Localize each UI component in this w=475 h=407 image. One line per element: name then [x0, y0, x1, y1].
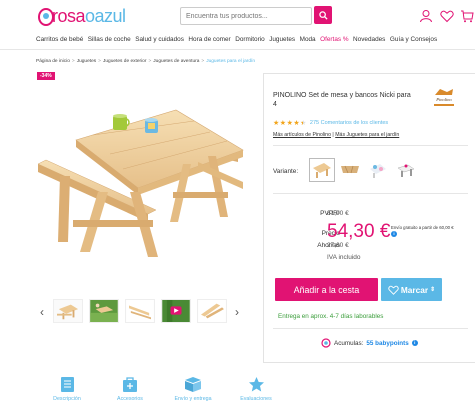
search-icon	[318, 10, 328, 20]
variant-option[interactable]	[309, 158, 335, 182]
divider	[273, 193, 468, 194]
breadcrumb-item[interactable]: Juguetes	[77, 59, 96, 64]
product-image[interactable]	[38, 92, 248, 272]
nav-item-carritos[interactable]: Carritos de bebé	[36, 36, 83, 43]
next-arrow-icon[interactable]: ›	[235, 305, 239, 319]
variant-option[interactable]	[393, 158, 419, 182]
add-to-cart-button[interactable]: Añadir a la cesta	[275, 278, 378, 301]
nav-item-comer[interactable]: Hora de comer	[188, 36, 230, 43]
info-icon[interactable]: i	[411, 340, 418, 346]
divider	[273, 328, 468, 329]
info-icon[interactable]: i	[391, 231, 397, 237]
star-icon: ★	[286, 120, 293, 127]
nav-item-novedades[interactable]: Novedades	[353, 36, 385, 43]
breadcrumb-item[interactable]: Juguetes de aventura	[153, 59, 199, 64]
tab-label: Envío y entrega	[174, 396, 212, 402]
tab-envio[interactable]: Envío y entrega	[163, 376, 223, 402]
more-links-separator: |	[332, 132, 334, 138]
more-category-link[interactable]: Más Juguetes para el jardín	[335, 132, 399, 138]
logo[interactable]: rosaoazul	[38, 6, 126, 27]
search-button[interactable]	[314, 6, 332, 24]
discount-badge: -34%	[37, 72, 55, 80]
nav-item-sillas[interactable]: Sillas de coche	[88, 36, 131, 43]
nav-item-juguetes[interactable]: Juguetes	[269, 36, 295, 43]
document-icon	[60, 377, 74, 392]
points-value[interactable]: 55 babypoints	[366, 340, 408, 347]
heart-icon[interactable]	[440, 9, 454, 23]
breadcrumb-separator-icon: >	[148, 59, 152, 64]
tab-evaluaciones[interactable]: Evaluaciones	[226, 376, 286, 402]
shipping-note: Envío gratuito a partir de 60,00 €	[391, 225, 454, 230]
breadcrumb: Página de inicio > Juguetes > Juguetes de ex…	[36, 59, 255, 64]
logo-text: rosaoazul	[52, 6, 126, 26]
thumbnail[interactable]	[197, 299, 227, 323]
half-star-icon: ★	[300, 120, 307, 127]
nav-item-dormitorio[interactable]: Dormitorio	[235, 36, 264, 43]
tab-accesorios[interactable]: Accesorios	[100, 376, 160, 402]
variant-option[interactable]	[337, 158, 363, 182]
video-thumbnail[interactable]	[161, 299, 191, 323]
rating-stars[interactable]: ★ ★ ★ ★ ★ 275 Comentarios de los clientes	[273, 119, 388, 127]
breadcrumb-separator-icon: >	[71, 59, 75, 64]
nav-item-moda[interactable]: Moda	[300, 36, 316, 43]
nav-item-salud[interactable]: Salud y cuidados	[135, 36, 184, 43]
babypoints-icon	[321, 338, 331, 348]
tab-label: Accesorios	[117, 396, 143, 402]
breadcrumb-separator-icon: >	[98, 59, 101, 64]
tab-label: Descripción	[53, 396, 81, 402]
star-icon: ★	[279, 120, 287, 127]
vat-note: IVA incluido	[327, 254, 361, 261]
tab-descripcion[interactable]: Descripción	[37, 376, 97, 402]
bottom-tabs: Descripción Accesorios Envío y entrega E…	[0, 370, 475, 407]
nav-item-ofertas[interactable]: Ofertas %	[320, 36, 348, 43]
thumbnail[interactable]	[125, 299, 155, 323]
variant-bench-icon	[341, 165, 359, 174]
nav-item-guia[interactable]: Guía y Consejos	[390, 36, 437, 43]
star-icon: ★	[273, 120, 280, 127]
variant-table-icon	[313, 163, 331, 178]
breadcrumb-separator-icon: >	[201, 59, 205, 64]
header: rosaoazul	[0, 0, 475, 34]
logo-mark-icon	[38, 7, 54, 26]
thumbnail[interactable]	[53, 299, 83, 323]
product-title: PINOLINO Set de mesa y bancos Nicki para…	[273, 92, 411, 108]
boxes-icon	[185, 377, 201, 392]
user-icon[interactable]	[419, 9, 433, 23]
variant-option[interactable]	[365, 158, 391, 182]
tab-label: Evaluaciones	[240, 396, 272, 402]
reviews-link[interactable]: 275 Comentarios de los clientes	[310, 120, 388, 126]
divider	[273, 145, 468, 146]
thumbnail[interactable]	[89, 299, 119, 323]
product-panel: PINOLINO Set de mesa y bancos Nicki para…	[263, 73, 475, 363]
bag-plus-icon	[123, 377, 137, 392]
breadcrumb-item[interactable]: Juguetes de exterior	[103, 59, 146, 64]
breadcrumb-item[interactable]: Página de inicio	[36, 59, 70, 64]
search-input[interactable]	[180, 7, 312, 25]
chevron-updown-icon: ⇕	[430, 287, 436, 293]
bookmark-button[interactable]: Marcar ⇕	[381, 278, 442, 301]
points-label: Acumulas:	[334, 339, 364, 347]
more-brand-link[interactable]: Más artículos de Pinolino	[273, 132, 331, 138]
delivery-estimate: Entrega en aprox. 4-7 días laborables	[278, 313, 384, 320]
savings-value: 27,60 €	[327, 242, 349, 249]
brand-logo[interactable]: Pinolino	[431, 86, 457, 112]
babypoints: Acumulas: 55 babypoints i	[321, 338, 418, 348]
heart-outline-icon	[388, 285, 399, 295]
main-nav: Carritos de bebé Sillas de coche Salud y…	[36, 36, 437, 43]
thumbnail-strip: ‹ ›	[38, 297, 248, 327]
variant-label: Variante:	[273, 168, 299, 175]
price-value: 54,30 €	[327, 221, 391, 242]
more-links: Más artículos de Pinolino | Más Juguetes…	[273, 132, 399, 138]
prev-arrow-icon[interactable]: ‹	[40, 305, 44, 319]
bookmark-label: Marcar	[400, 284, 429, 295]
cart-icon[interactable]	[460, 9, 474, 23]
nav-divider	[0, 49, 475, 50]
variant-colorful-icon	[370, 164, 386, 178]
variant-toy-icon	[397, 164, 415, 177]
breadcrumb-current[interactable]: Juguetes para el jardín	[206, 59, 255, 64]
brand-logo-text: Pinolino	[435, 97, 452, 102]
pvpr-value: 81,90 €	[327, 210, 349, 217]
star-icon	[248, 377, 264, 392]
star-icon: ★	[293, 120, 300, 127]
